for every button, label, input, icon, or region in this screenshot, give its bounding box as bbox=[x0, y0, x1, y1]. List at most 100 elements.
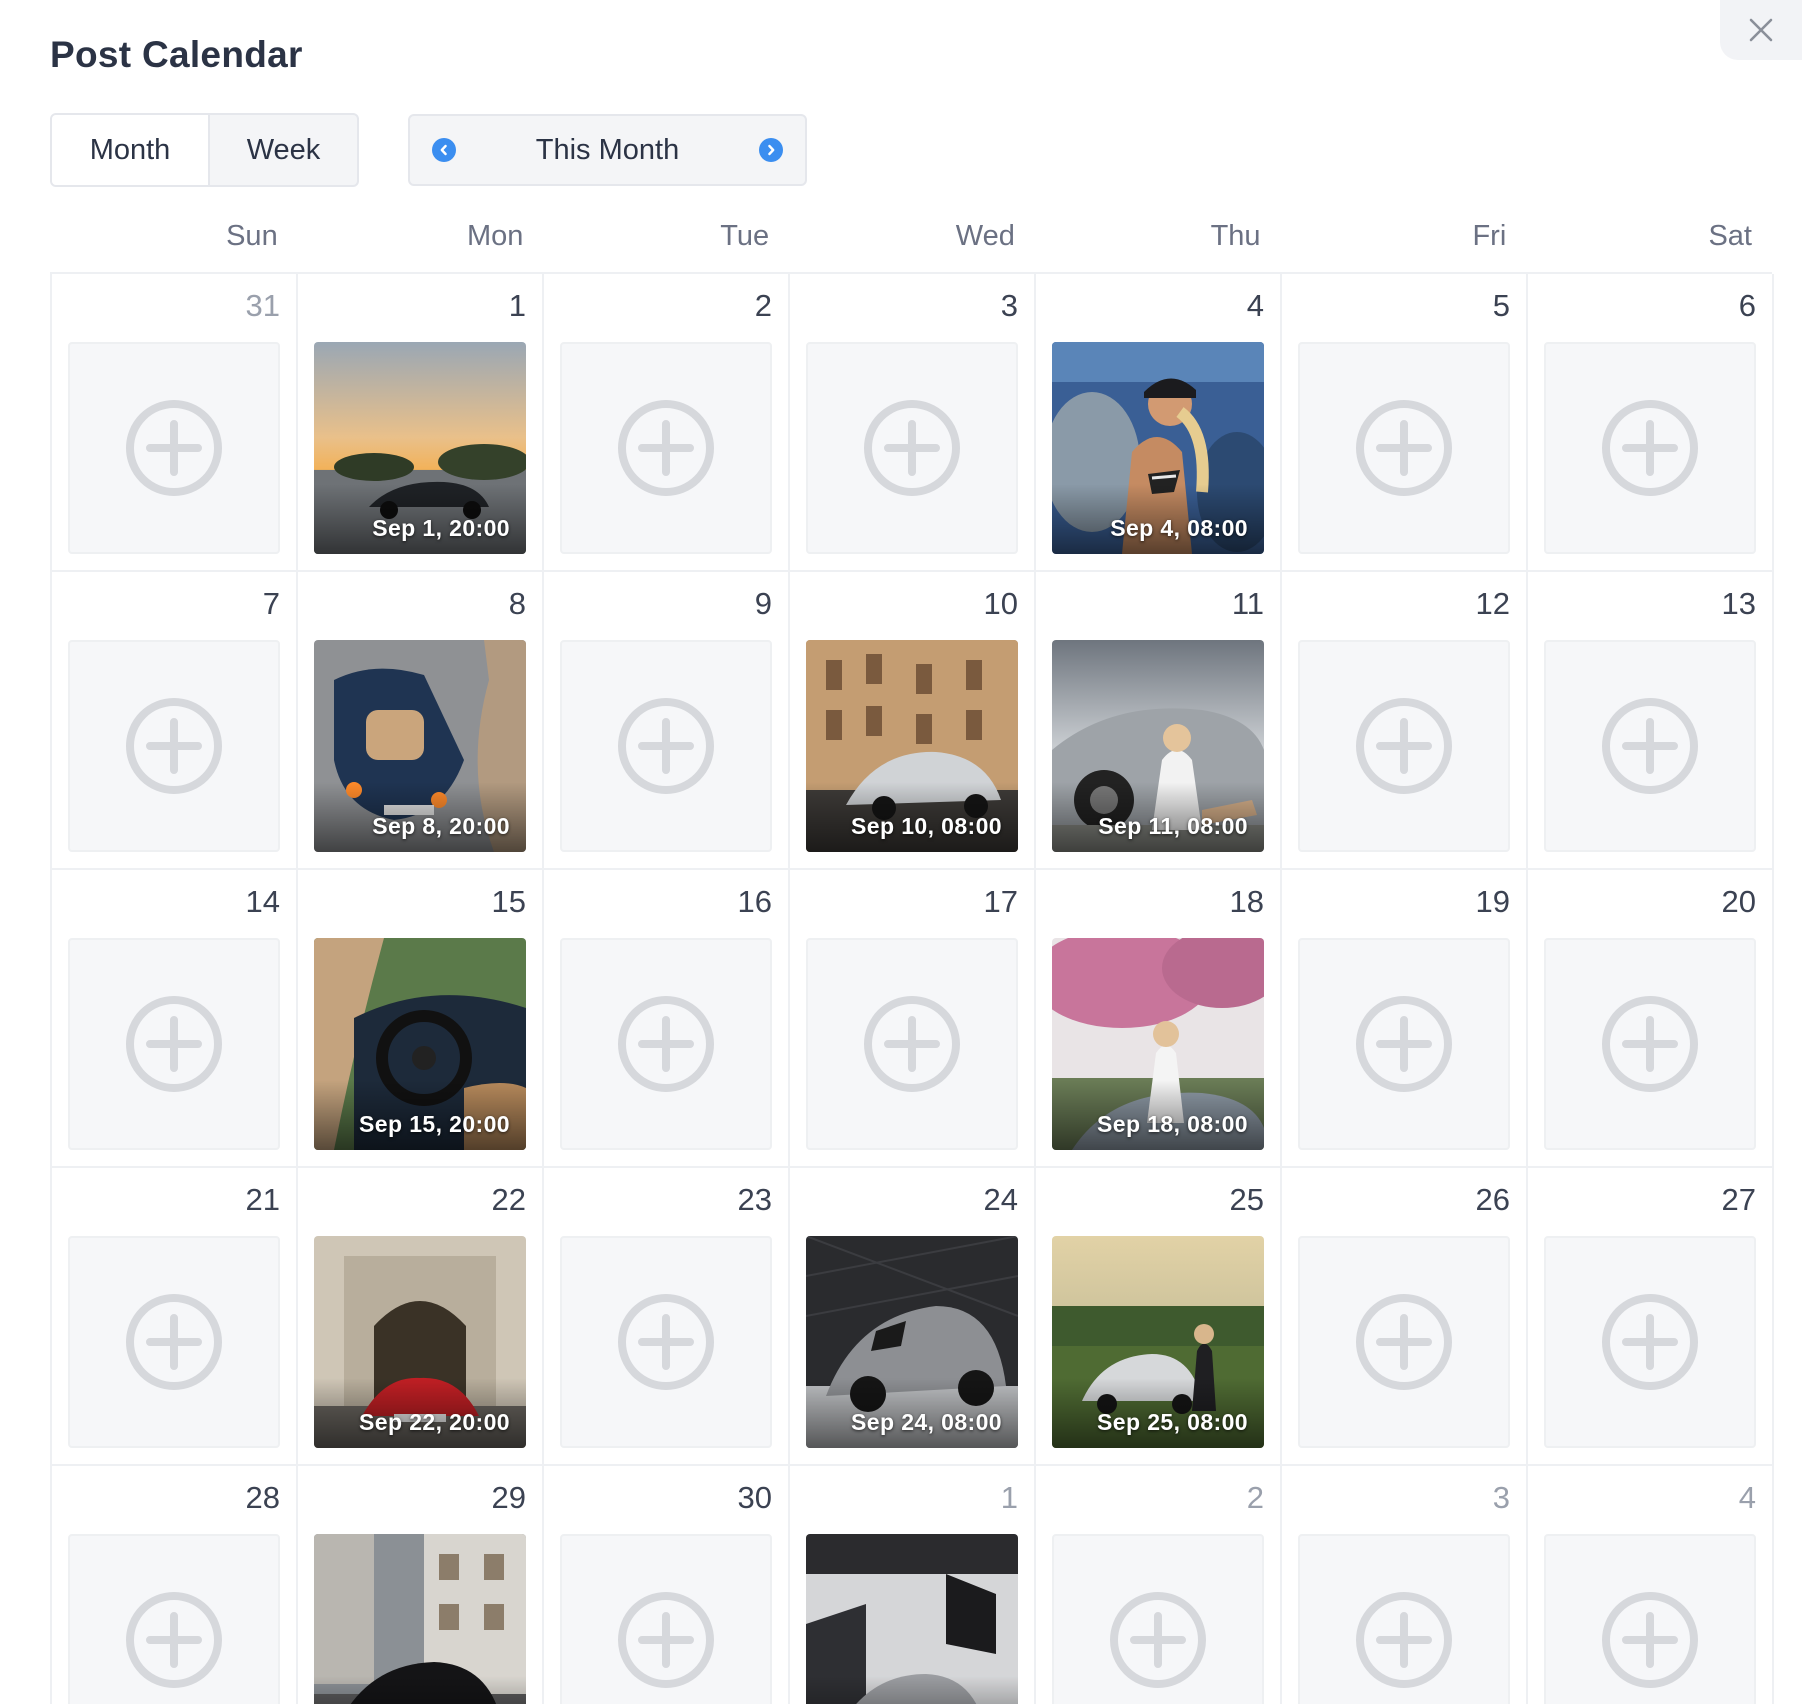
close-icon bbox=[1749, 18, 1773, 42]
day-number: 3 bbox=[1492, 1480, 1510, 1515]
scheduled-post-thumbnail[interactable]: Sep 10, 08:00 bbox=[806, 640, 1018, 852]
add-post-button[interactable] bbox=[560, 1236, 772, 1448]
calendar-day-cell: 31 bbox=[52, 274, 298, 572]
day-number: 1 bbox=[1000, 1480, 1018, 1515]
post-calendar-dialog: Post Calendar Month Week This Month Sun M… bbox=[0, 0, 1802, 1704]
add-post-button[interactable] bbox=[68, 342, 280, 554]
scheduled-post-thumbnail[interactable]: Sep 22, 20:00 bbox=[314, 1236, 526, 1448]
period-label: This Month bbox=[535, 133, 680, 166]
plus-circle-icon bbox=[1356, 400, 1452, 496]
weekday-label: Wed bbox=[955, 220, 1015, 252]
day-number: 18 bbox=[1229, 884, 1264, 919]
plus-circle-icon bbox=[1602, 996, 1698, 1092]
weekday-label: Sat bbox=[1708, 220, 1752, 252]
weekday-label: Thu bbox=[1210, 220, 1261, 252]
weekday-label: Sun bbox=[226, 220, 278, 252]
day-number: 17 bbox=[983, 884, 1018, 919]
add-post-button[interactable] bbox=[560, 342, 772, 554]
chevron-left-icon bbox=[440, 144, 447, 156]
weekday-label: Tue bbox=[720, 220, 770, 252]
plus-circle-icon bbox=[618, 996, 714, 1092]
calendar-day-cell: 24 Sep 24, 08:00 bbox=[790, 1168, 1036, 1466]
add-post-button[interactable] bbox=[560, 938, 772, 1150]
previous-period-button[interactable] bbox=[432, 138, 456, 162]
month-view-button[interactable]: Month bbox=[52, 115, 210, 185]
plus-circle-icon bbox=[864, 996, 960, 1092]
calendar-day-cell: 6 bbox=[1528, 274, 1774, 572]
close-button[interactable] bbox=[1720, 0, 1802, 60]
calendar-day-cell: 4 bbox=[1528, 1466, 1774, 1704]
dialog-title: Post Calendar bbox=[50, 34, 303, 75]
add-post-button[interactable] bbox=[68, 938, 280, 1150]
calendar-day-cell: 15 Sep 15, 20:00 bbox=[298, 870, 544, 1168]
calendar-day-cell: 16 bbox=[544, 870, 790, 1168]
plus-circle-icon bbox=[1356, 996, 1452, 1092]
add-post-button[interactable] bbox=[1298, 1236, 1510, 1448]
calendar-day-cell: 4 Sep 4, 08:00 bbox=[1036, 274, 1282, 572]
day-number: 25 bbox=[1229, 1182, 1264, 1217]
day-number: 2 bbox=[1246, 1480, 1264, 1515]
calendar-day-cell: 1 Sep 1, 20:00 bbox=[298, 274, 544, 572]
add-post-button[interactable] bbox=[1544, 342, 1756, 554]
day-number: 23 bbox=[737, 1182, 772, 1217]
scheduled-post-thumbnail[interactable]: Sep 11, 08:00 bbox=[1052, 640, 1264, 852]
add-post-button[interactable] bbox=[1298, 342, 1510, 554]
scheduled-post-thumbnail[interactable]: Sep 15, 20:00 bbox=[314, 938, 526, 1150]
plus-circle-icon bbox=[1356, 1294, 1452, 1390]
add-post-button[interactable] bbox=[1544, 1236, 1756, 1448]
next-period-button[interactable] bbox=[758, 138, 783, 162]
scheduled-post-thumbnail[interactable] bbox=[314, 1534, 526, 1704]
calendar-day-cell: 5 bbox=[1282, 274, 1528, 572]
add-post-button[interactable] bbox=[1298, 938, 1510, 1150]
plus-circle-icon bbox=[1602, 698, 1698, 794]
add-post-button[interactable] bbox=[806, 342, 1018, 554]
scheduled-post-thumbnail[interactable]: Sep 25, 08:00 bbox=[1052, 1236, 1264, 1448]
plus-circle-icon bbox=[1602, 400, 1698, 496]
day-number: 16 bbox=[737, 884, 772, 919]
scheduled-post-thumbnail[interactable]: Sep 18, 08:00 bbox=[1052, 938, 1264, 1150]
day-number: 10 bbox=[983, 586, 1018, 621]
add-post-button[interactable] bbox=[1052, 1534, 1264, 1704]
calendar-day-cell: 21 bbox=[52, 1168, 298, 1466]
day-number: 21 bbox=[245, 1182, 280, 1217]
add-post-button[interactable] bbox=[806, 938, 1018, 1150]
post-image bbox=[806, 1534, 1018, 1704]
day-number: 22 bbox=[491, 1182, 526, 1217]
scheduled-post-thumbnail[interactable]: Sep 1, 20:00 bbox=[314, 342, 526, 554]
weekday-header: Sun Mon Tue Wed Thu Fri Sat bbox=[50, 220, 1770, 260]
add-post-button[interactable] bbox=[68, 1236, 280, 1448]
day-number: 15 bbox=[491, 884, 526, 919]
plus-circle-icon bbox=[618, 400, 714, 496]
week-view-button[interactable]: Week bbox=[210, 115, 357, 185]
add-post-button[interactable] bbox=[1298, 640, 1510, 852]
plus-circle-icon bbox=[618, 698, 714, 794]
scheduled-post-thumbnail[interactable]: Sep 4, 08:00 bbox=[1052, 342, 1264, 554]
weekday-label: Fri bbox=[1472, 220, 1507, 252]
plus-circle-icon bbox=[126, 996, 222, 1092]
add-post-button[interactable] bbox=[560, 640, 772, 852]
calendar-day-cell: 13 bbox=[1528, 572, 1774, 870]
day-number: 19 bbox=[1475, 884, 1510, 919]
scheduled-post-thumbnail[interactable]: Sep 8, 20:00 bbox=[314, 640, 526, 852]
add-post-button[interactable] bbox=[1298, 1534, 1510, 1704]
add-post-button[interactable] bbox=[1544, 938, 1756, 1150]
add-post-button[interactable] bbox=[560, 1534, 772, 1704]
scheduled-post-thumbnail[interactable]: Sep 24, 08:00 bbox=[806, 1236, 1018, 1448]
plus-circle-icon bbox=[618, 1592, 714, 1688]
calendar-day-cell: 28 bbox=[52, 1466, 298, 1704]
plus-circle-icon bbox=[1356, 1592, 1452, 1688]
add-post-button[interactable] bbox=[1544, 1534, 1756, 1704]
calendar-day-cell: 18 Sep 18, 08:00 bbox=[1036, 870, 1282, 1168]
scheduled-post-thumbnail[interactable] bbox=[806, 1534, 1018, 1704]
day-number: 12 bbox=[1475, 586, 1510, 621]
add-post-button[interactable] bbox=[68, 640, 280, 852]
calendar-day-cell: 2 bbox=[1036, 1466, 1282, 1704]
day-number: 31 bbox=[245, 288, 280, 323]
add-post-button[interactable] bbox=[1544, 640, 1756, 852]
calendar-day-cell: 17 bbox=[790, 870, 1036, 1168]
calendar-day-cell: 30 bbox=[544, 1466, 790, 1704]
plus-circle-icon bbox=[1356, 698, 1452, 794]
post-time-label: Sep 11, 08:00 bbox=[1098, 813, 1248, 839]
add-post-button[interactable] bbox=[68, 1534, 280, 1704]
day-number: 30 bbox=[737, 1480, 772, 1515]
